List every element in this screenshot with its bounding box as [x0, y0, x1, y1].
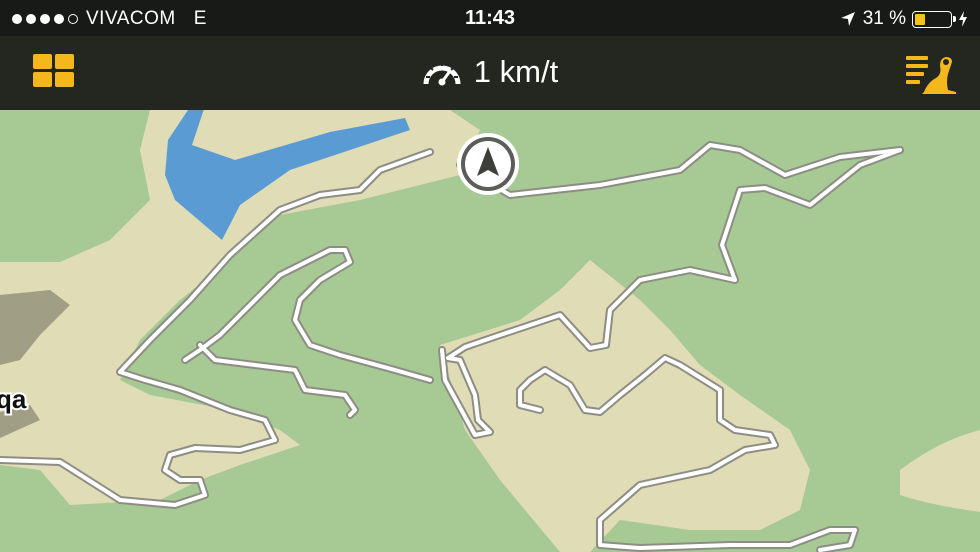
place-label: qa	[0, 384, 27, 414]
charging-bolt-icon	[959, 11, 967, 27]
battery-percent: 31 %	[862, 8, 906, 29]
open-land-area	[440, 260, 810, 552]
speed-value: 1 km/t	[473, 54, 559, 89]
open-land-area	[900, 430, 980, 512]
status-bar: VIVACOM E 11:43 31 %	[0, 0, 980, 36]
speedometer-icon	[423, 61, 461, 86]
current-position-icon	[457, 133, 519, 195]
battery-icon	[912, 10, 956, 28]
speed-display: 1 km/t	[0, 54, 980, 90]
route-list-icon	[906, 56, 956, 94]
location-arrow-icon	[840, 12, 855, 26]
navigation-header: 1 km/t	[0, 36, 980, 110]
route-list-button[interactable]	[904, 52, 958, 94]
status-time: 11:43	[464, 7, 516, 29]
status-right: 31 %	[839, 8, 968, 30]
